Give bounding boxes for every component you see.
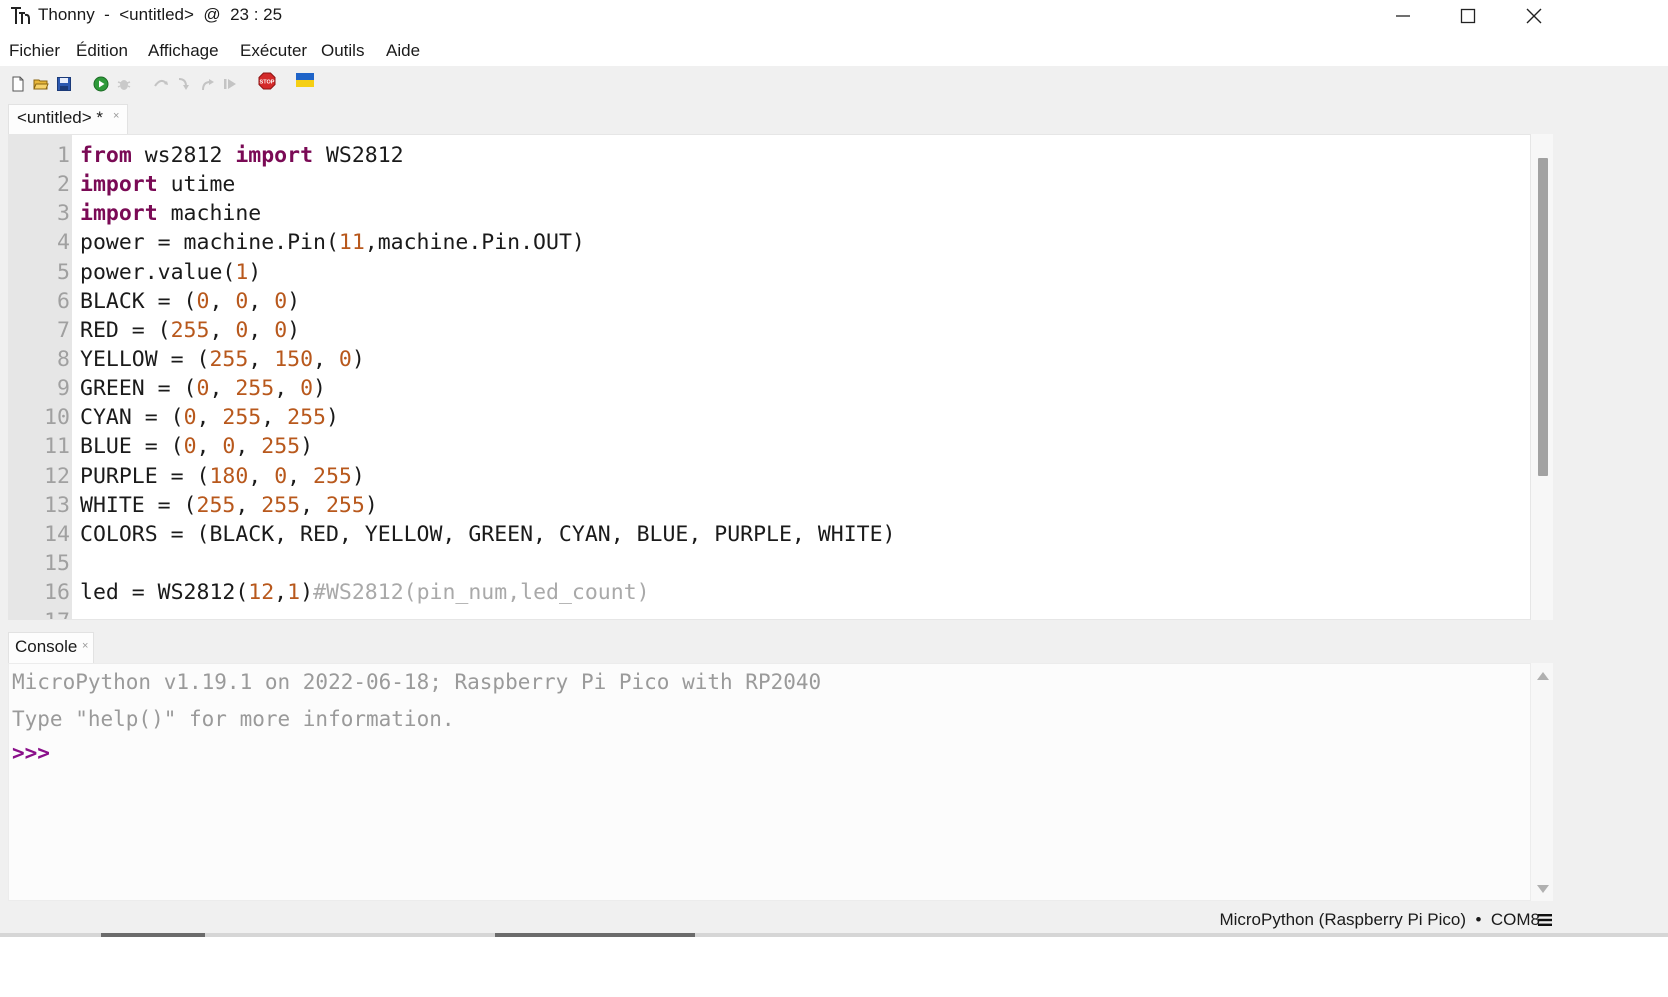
code-line-text: import machine <box>80 201 262 227</box>
code-line-text: RED = (255, 0, 0) <box>80 317 301 343</box>
desktop-background <box>0 937 1668 997</box>
code-line[interactable]: 16 led = WS2812(12,1)#WS2812(pin_num,led_… <box>9 578 1530 607</box>
line-number: 15 <box>44 550 70 576</box>
menu-aide[interactable]: Aide <box>386 41 420 61</box>
code-line-text: import utime <box>80 172 236 198</box>
code-line-text: WHITE = (255, 255, 255) <box>80 492 378 518</box>
line-number: 14 <box>44 521 70 547</box>
menu-outils[interactable]: Outils <box>321 41 364 61</box>
scroll-down-arrow-icon[interactable] <box>1537 885 1549 893</box>
toolbar <box>0 66 1668 100</box>
code-line[interactable]: 1 from ws2812 import WS2812 <box>9 141 1530 170</box>
code-line[interactable]: 15 <box>9 549 1530 578</box>
menu-fichier[interactable]: Fichier <box>9 41 60 61</box>
step-into-icon <box>178 78 189 90</box>
code-editor[interactable]: 1 from ws2812 import WS2812 2 import utime 3… <box>8 134 1531 620</box>
scroll-up-arrow-icon[interactable] <box>1537 672 1549 680</box>
window-title: Thonny - <untitled> @ 23 : 25 <box>38 5 283 24</box>
code-line[interactable]: 14 COLORS = (BLACK, RED, YELLOW, GREEN, C… <box>9 520 1530 549</box>
code-line-text: GREEN = (0, 255, 0) <box>80 376 326 402</box>
code-line-text: power.value(1) <box>80 259 262 285</box>
code-line[interactable]: 17 <box>9 607 1530 619</box>
code-line[interactable]: 8 YELLOW = (255, 150, 0) <box>9 345 1530 374</box>
close-icon <box>1526 8 1542 24</box>
code-area[interactable]: 1 from ws2812 import WS2812 2 import utime 3… <box>9 141 1530 619</box>
close-window-button[interactable] <box>1503 0 1565 32</box>
line-number: 3 <box>57 201 70 227</box>
console-tab-label: Console <box>15 637 78 656</box>
code-line-text: PURPLE = (180, 0, 255) <box>80 463 365 489</box>
maximize-icon <box>1460 8 1476 24</box>
console-prompt[interactable]: >>> <box>12 741 50 765</box>
resume-icon <box>224 79 236 89</box>
code-line-text: led = WS2812(12,1)#WS2812(pin_num,led_co… <box>80 580 650 606</box>
console-shell[interactable] <box>8 663 1531 901</box>
menu-executer[interactable]: Exécuter <box>240 41 307 61</box>
thonny-logo-icon <box>11 7 30 24</box>
editor-tab-close-button[interactable]: × <box>113 110 119 122</box>
code-line[interactable]: 5 power.value(1) <box>9 258 1530 287</box>
line-number: 11 <box>44 434 70 460</box>
code-line-text: power = machine.Pin(11,machine.Pin.OUT) <box>80 230 585 256</box>
line-number: 8 <box>57 346 70 372</box>
console-tab-close-button[interactable]: × <box>82 640 88 652</box>
line-number: 13 <box>44 492 70 518</box>
code-line[interactable]: 10 CYAN = (0, 255, 255) <box>9 403 1530 432</box>
code-line-text: COLORS = (BLACK, RED, YELLOW, GREEN, CYA… <box>80 521 896 547</box>
open-file-icon[interactable] <box>33 76 49 92</box>
code-line-text: BLUE = (0, 0, 255) <box>80 434 314 460</box>
new-file-icon[interactable] <box>10 76 26 92</box>
minimize-button[interactable] <box>1372 0 1434 32</box>
line-number: 4 <box>57 230 70 256</box>
code-line[interactable]: 9 GREEN = (0, 255, 0) <box>9 374 1530 403</box>
interpreter-selector[interactable]: MicroPython (Raspberry Pi Pico) • COM8 <box>1219 910 1540 930</box>
code-line[interactable]: 2 import utime <box>9 170 1530 199</box>
editor-scrollbar-thumb[interactable] <box>1538 158 1548 476</box>
step-out-icon <box>202 79 214 91</box>
step-over-icon <box>154 80 168 87</box>
line-number: 6 <box>57 288 70 314</box>
debug-icon <box>117 80 131 90</box>
line-number: 12 <box>44 463 70 489</box>
code-line[interactable]: 11 BLUE = (0, 0, 255) <box>9 432 1530 461</box>
ukraine-flag-icon[interactable] <box>296 73 314 87</box>
console-help-line: Type "help()" for more information. <box>12 707 455 731</box>
run-icon[interactable] <box>93 76 109 92</box>
line-number: 9 <box>57 376 70 402</box>
maximize-button[interactable] <box>1437 0 1499 32</box>
code-line-text: from ws2812 import WS2812 <box>80 143 404 168</box>
code-line[interactable]: 6 BLACK = (0, 0, 0) <box>9 287 1530 316</box>
stop-icon[interactable]: STOP <box>258 72 276 90</box>
code-line-text: BLACK = (0, 0, 0) <box>80 288 301 314</box>
editor-tab-label: <untitled> * <box>17 108 104 127</box>
code-line-text: CYAN = (0, 255, 255) <box>80 405 339 431</box>
line-number: 7 <box>57 317 70 343</box>
line-number: 17 <box>20 607 70 619</box>
save-icon[interactable] <box>56 76 72 92</box>
code-line[interactable]: 12 PURPLE = (180, 0, 255) <box>9 462 1530 491</box>
stop-icon-label: STOP <box>260 79 275 85</box>
minimize-icon <box>1396 15 1410 17</box>
console-vertical-scrollbar[interactable] <box>1531 663 1553 901</box>
hamburger-menu-icon[interactable] <box>1538 913 1552 927</box>
line-number: 10 <box>44 405 70 431</box>
code-line-text: YELLOW = (255, 150, 0) <box>80 346 365 372</box>
line-number: 16 <box>44 580 70 606</box>
code-line[interactable]: 4 power = machine.Pin(11,machine.Pin.OUT) <box>9 228 1530 257</box>
line-number: 1 <box>57 143 70 168</box>
line-number: 5 <box>57 259 70 285</box>
code-line[interactable]: 3 import machine <box>9 199 1530 228</box>
menu-edition[interactable]: Édition <box>76 41 128 61</box>
code-line[interactable]: 7 RED = (255, 0, 0) <box>9 316 1530 345</box>
console-banner-line: MicroPython v1.19.1 on 2022-06-18; Raspb… <box>12 670 822 694</box>
code-line[interactable]: 13 WHITE = (255, 255, 255) <box>9 491 1530 520</box>
menu-affichage[interactable]: Affichage <box>148 41 219 61</box>
line-number: 2 <box>57 172 70 198</box>
